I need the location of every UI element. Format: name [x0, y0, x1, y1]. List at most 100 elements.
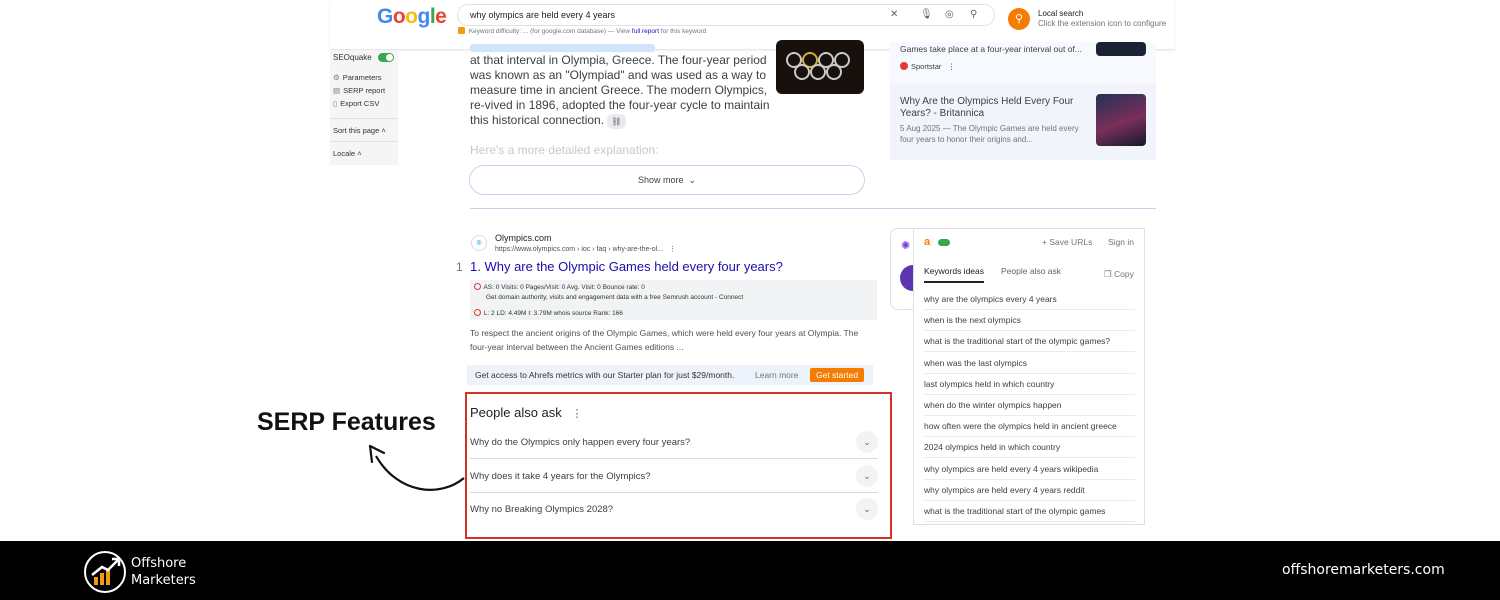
full-report-link[interactable]: full report: [632, 28, 659, 35]
paa-question[interactable]: Why does it take 4 years for the Olympic…: [470, 460, 878, 493]
logo-letter: g: [417, 5, 431, 28]
assistant-avatar[interactable]: [900, 265, 914, 291]
chevron-up-icon: ˄: [381, 126, 386, 135]
keyword-idea-item[interactable]: what is the traditional start of the oly…: [924, 501, 1135, 522]
copy-button[interactable]: ❐ Copy: [1104, 269, 1134, 280]
microphone-icon[interactable]: 🎙: [920, 5, 933, 25]
search-input[interactable]: why olympics are held every 4 years ✕ 🎙 …: [457, 4, 995, 26]
logo-letter: o: [405, 5, 418, 28]
keyword-idea-item[interactable]: how often were the olympics held in anci…: [924, 416, 1135, 438]
more-vert-icon[interactable]: ⋮: [944, 62, 956, 71]
ahrefs-toggle[interactable]: [938, 239, 950, 246]
seo-metrics-box: AS: 0 Visits: 0 Pages/Visit: 0 Avg. Visi…: [470, 280, 877, 320]
show-more-button[interactable]: Show more ⌄: [469, 165, 865, 195]
sidebar-item-parameters[interactable]: ⚙ Parameters: [333, 73, 382, 82]
link-icon[interactable]: ⛓: [607, 114, 626, 129]
more-vert-icon[interactable]: ⋮: [565, 408, 583, 420]
seoquake-sidebar: SEOquake ⚙ Parameters ▤ SERP report ▯ Expor…: [330, 50, 398, 165]
source-title[interactable]: Games take place at a four-year interval…: [900, 44, 1082, 54]
semrush-connect-row[interactable]: Get domain authority, visits and engagem…: [486, 294, 743, 301]
sidebar-item-export-csv[interactable]: ▯ Export CSV: [333, 99, 379, 108]
chevron-down-icon[interactable]: ⌄: [856, 431, 878, 453]
serp-features-label: SERP Features: [257, 408, 436, 436]
source-card-title[interactable]: Why Are the Olympics Held Every Four Yea…: [900, 96, 1090, 120]
camera-lens-icon[interactable]: ◎: [945, 5, 954, 25]
brand-footer: Offshore Marketers offshoremarketers.com: [0, 541, 1500, 600]
chevron-down-icon: ⌄: [686, 175, 697, 185]
chevron-down-icon[interactable]: ⌄: [856, 498, 878, 520]
tab-keywords-ideas[interactable]: Keywords ideas: [924, 266, 985, 283]
tab-people-also-ask[interactable]: People also ask: [1001, 266, 1061, 276]
keyword-idea-item[interactable]: what is the traditional start of the oly…: [924, 331, 1135, 353]
sidebar-item-serp-report[interactable]: ▤ SERP report: [333, 86, 385, 95]
search-icon[interactable]: ⚲: [970, 5, 977, 25]
source-site: Sportstar ⋮: [900, 62, 955, 71]
locale-toggle[interactable]: Locale ˄: [333, 149, 362, 158]
metrics-row: L: 2 LD: 4.49M I: 3.79M whois source Ran…: [474, 309, 623, 317]
seoquake-rank-number: 1: [456, 260, 463, 274]
sort-this-page-toggle[interactable]: Sort this page ˄: [333, 126, 386, 135]
semrush-icon: [474, 283, 481, 290]
brand-website: offshoremarketers.com: [1282, 562, 1445, 578]
seoquake-toggle[interactable]: [378, 53, 394, 62]
ai-overview-paragraph: at that interval in Olympia, Greece. The…: [470, 53, 770, 129]
keyword-idea-item[interactable]: why are the olympics every 4 years: [924, 289, 1135, 310]
google-logo[interactable]: Google: [377, 5, 447, 29]
result-url[interactable]: https://www.olympics.com › ioc › faq › w…: [495, 245, 676, 253]
source-card-description: 5 Aug 2025 — The Olympic Games are held …: [900, 124, 1079, 144]
extension-title: Local search: [1038, 9, 1084, 18]
divider: [330, 118, 398, 119]
brand-name: Offshore Marketers: [131, 556, 196, 588]
paa-question[interactable]: Why do the Olympics only happen every fo…: [470, 426, 878, 459]
result-title-link[interactable]: 1. Why are the Olympic Games held every …: [470, 259, 783, 274]
more-vert-icon[interactable]: ⋮: [665, 246, 676, 253]
curved-arrow: [368, 444, 465, 491]
google-index-icon: [474, 309, 481, 316]
offshore-marketers-logo: [84, 551, 126, 593]
source-thumbnail[interactable]: [1096, 94, 1146, 146]
paa-question[interactable]: Why no Breaking Olympics 2028? ⌄: [470, 493, 878, 526]
search-icon: ⚲: [1014, 13, 1024, 25]
olympics-favicon: ◎: [471, 235, 487, 251]
search-query-text: why olympics are held every 4 years: [470, 10, 616, 20]
ahrefs-logo: a: [924, 236, 931, 248]
divider: [470, 208, 1156, 209]
highlighted-text-fragment: [470, 44, 655, 52]
learn-more-link[interactable]: Learn more: [755, 365, 798, 385]
keyword-idea-item[interactable]: last olympics held in which country: [924, 374, 1135, 395]
keyword-idea-item[interactable]: when was the last olympics: [924, 353, 1135, 374]
save-urls-button[interactable]: + Save URLs: [1042, 237, 1092, 247]
source-card-britannica[interactable]: Why Are the Olympics Held Every Four Yea…: [890, 84, 1156, 160]
ahrefs-keywords-panel: a + Save URLs Sign in Keywords ideas Peo…: [913, 228, 1145, 525]
copy-icon: ❐: [1104, 269, 1114, 279]
ahrefs-promo-bar: Get access to Ahrefs metrics with our St…: [467, 365, 873, 385]
local-search-extension-button[interactable]: ⚲: [1008, 8, 1030, 30]
semrush-icon: [458, 27, 465, 34]
gear-icon: ⚙: [333, 73, 340, 82]
sign-in-link[interactable]: Sign in: [1108, 237, 1134, 247]
keyword-idea-item[interactable]: when is the next olympics: [924, 310, 1135, 332]
get-started-button[interactable]: Get started: [810, 368, 865, 382]
seoquake-title: SEOquake: [333, 53, 372, 62]
brain-icon: ✺: [901, 240, 911, 252]
people-also-ask-title: People also ask ⋮: [470, 405, 583, 420]
chevron-down-icon[interactable]: ⌄: [856, 465, 878, 487]
sportstar-icon: [900, 62, 908, 70]
extension-subtitle: Click the extension icon to configure: [1038, 19, 1167, 28]
olympic-rings-image[interactable]: [776, 40, 864, 94]
report-icon: ▤: [333, 86, 341, 95]
keyword-idea-item[interactable]: 2024 olympics held in which country: [924, 437, 1135, 459]
logo-letter: e: [435, 5, 447, 28]
result-site-name[interactable]: Olympics.com: [495, 233, 552, 243]
result-snippet: To respect the ancient origins of the Ol…: [470, 328, 859, 352]
source-thumbnail[interactable]: [1096, 42, 1146, 56]
keyword-idea-item[interactable]: why olympics are held every 4 years wiki…: [924, 459, 1135, 480]
ai-overview-faded-line: Here's a more detailed explanation:: [470, 143, 659, 157]
clear-icon[interactable]: ✕: [890, 5, 898, 25]
file-icon: ▯: [333, 99, 338, 108]
right-column-sources: Games take place at a four-year interval…: [890, 42, 1156, 160]
chevron-up-icon: ˄: [357, 149, 362, 158]
keyword-idea-item[interactable]: when do the winter olympics happen: [924, 395, 1135, 416]
keyword-idea-item[interactable]: why olympics are held every 4 years redd…: [924, 480, 1135, 501]
metrics-row: AS: 0 Visits: 0 Pages/Visit: 0 Avg. Visi…: [474, 283, 645, 291]
